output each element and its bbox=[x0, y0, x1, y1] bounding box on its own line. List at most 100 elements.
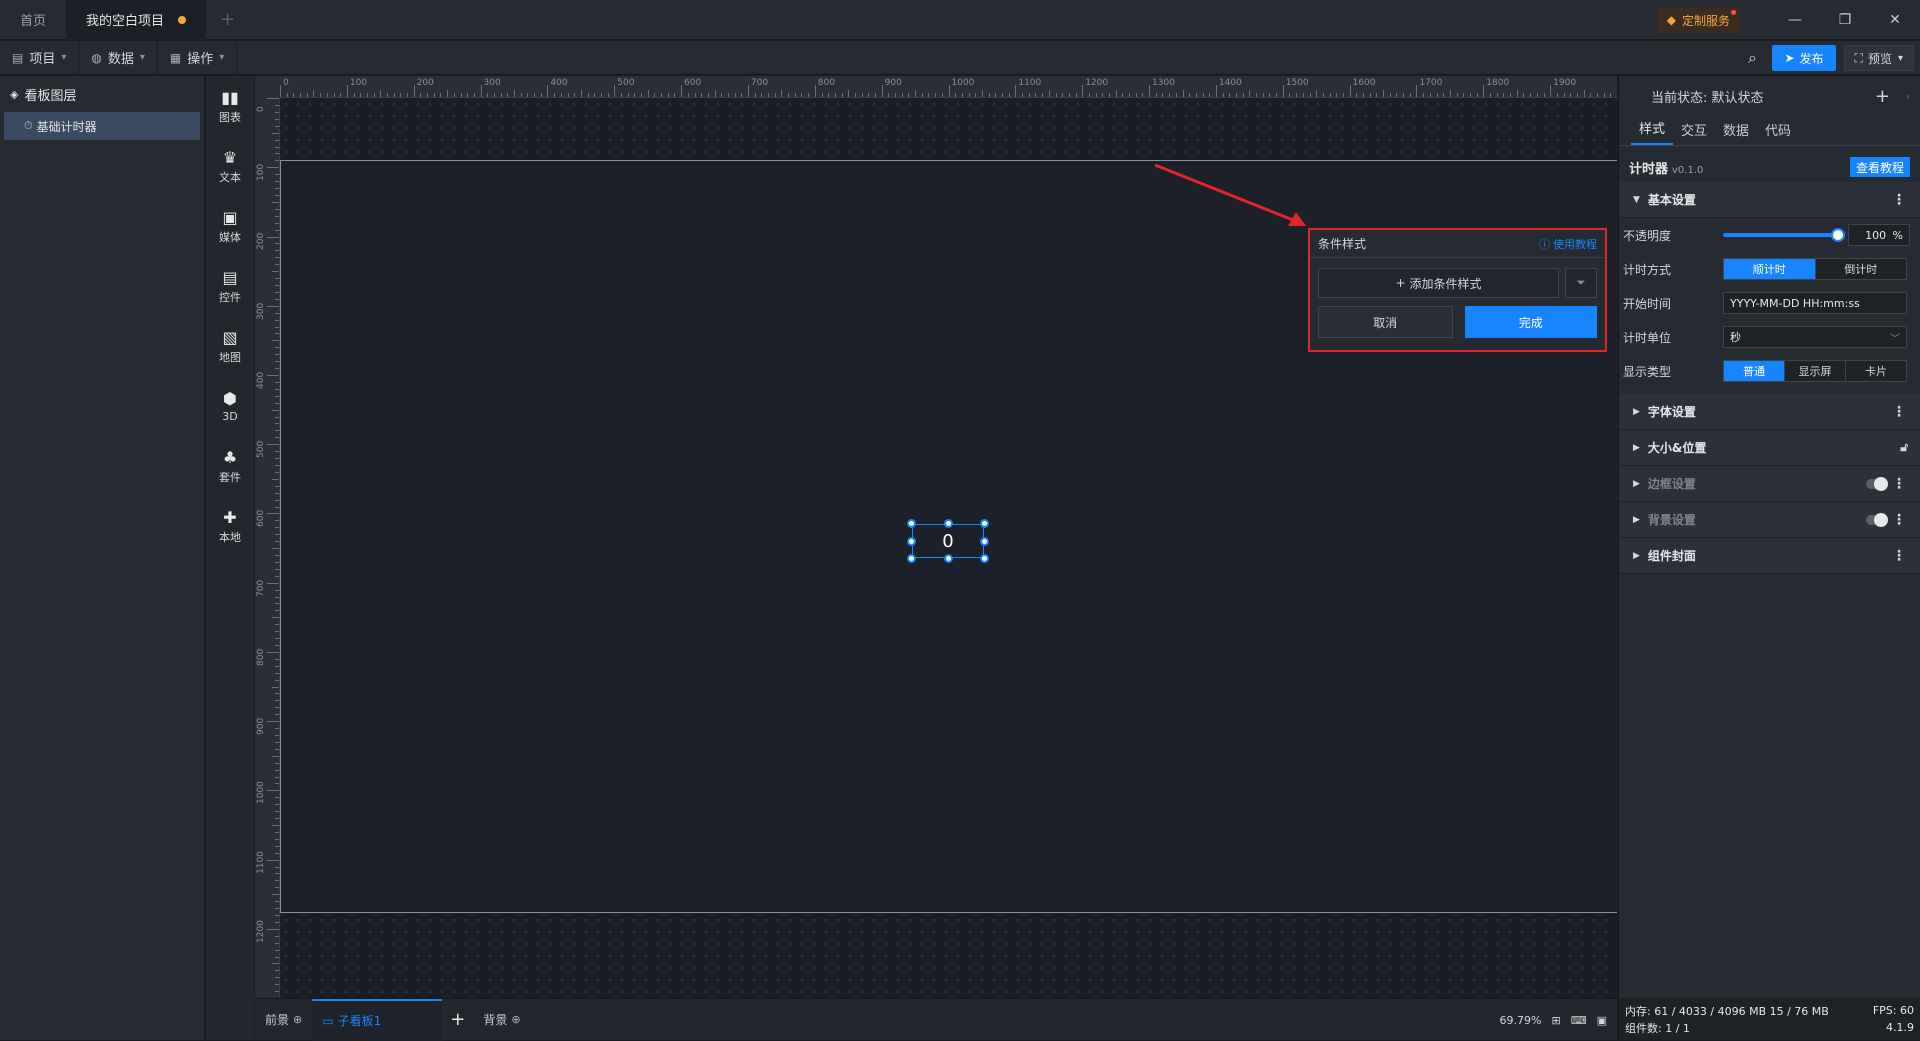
resize-handle[interactable] bbox=[907, 537, 916, 546]
layer-item-timer[interactable]: ⏱ 基础计时器 bbox=[4, 112, 200, 140]
publish-button[interactable]: ➤ 发布 bbox=[1772, 45, 1836, 71]
more-vertical-icon[interactable]: ⋮ bbox=[1892, 548, 1906, 564]
ruler-tick bbox=[275, 326, 279, 328]
resize-handle[interactable] bbox=[907, 554, 916, 563]
more-vertical-icon[interactable]: ⋮ bbox=[1892, 192, 1906, 208]
ruler-top[interactable]: 0 100 200 300 400 500 600 700 800 900 1000 1100 1200… bbox=[280, 76, 1617, 98]
add-condition-button[interactable]: + 添加条件样式 bbox=[1318, 268, 1559, 298]
ruler-tick bbox=[834, 93, 836, 97]
cancel-button[interactable]: 取消 bbox=[1318, 306, 1453, 338]
search-icon[interactable]: ⌕ bbox=[1732, 48, 1772, 68]
rail-item-control[interactable]: ▤ 控件 bbox=[206, 256, 254, 316]
section-size-position[interactable]: ▶ 大小&位置 🔓︎ bbox=[1619, 430, 1920, 466]
ruler-left[interactable]: 0 100 200 300 400 500 600 700 800 900 1000 1100 1200 bbox=[255, 98, 280, 998]
display-type-screen[interactable]: 显示屏 bbox=[1785, 361, 1846, 381]
display-type-normal[interactable]: 普通 bbox=[1724, 361, 1785, 381]
ruler-tick bbox=[1256, 93, 1257, 97]
tutorial-button[interactable]: 查看教程 bbox=[1849, 157, 1910, 177]
section-background[interactable]: ▶ 背景设置 ⋮ bbox=[1619, 502, 1920, 538]
ruler-tick bbox=[275, 942, 279, 944]
section-basic[interactable]: ▼ 基本设置 ⋮ bbox=[1619, 182, 1920, 218]
ruler-tick bbox=[275, 838, 279, 840]
background-toggle[interactable] bbox=[1866, 513, 1888, 527]
ruler-tick bbox=[1363, 93, 1364, 97]
done-button[interactable]: 完成 bbox=[1464, 306, 1597, 338]
add-state-icon[interactable]: + bbox=[1875, 86, 1890, 107]
tab-background[interactable]: 背景 ⊕ bbox=[473, 999, 530, 1041]
timing-mode-countdown[interactable]: 倒计时 bbox=[1815, 259, 1906, 279]
help-link[interactable]: ⓘ 使用教程 bbox=[1539, 236, 1597, 252]
add-board-icon[interactable]: + bbox=[442, 1009, 473, 1030]
maximize-icon[interactable]: ❐ bbox=[1820, 0, 1870, 40]
tab-code[interactable]: 代码 bbox=[1757, 120, 1799, 145]
start-time-input[interactable]: YYYY-MM-DD HH:mm:ss bbox=[1723, 292, 1907, 314]
menu-data[interactable]: ◍ 数据 ▾ bbox=[79, 40, 158, 75]
section-border[interactable]: ▶ 边框设置 ⋮ bbox=[1619, 466, 1920, 502]
canvas-area[interactable]: 0 100 200 300 400 500 600 700 800 900 1000 1100 1200… bbox=[255, 76, 1617, 998]
tab-interaction[interactable]: 交互 bbox=[1673, 120, 1715, 145]
resize-handle[interactable] bbox=[907, 519, 916, 528]
ruler-tick bbox=[275, 769, 279, 771]
preview-button[interactable]: ⛶ 预览 ▾ bbox=[1843, 45, 1914, 71]
ruler-tick bbox=[275, 458, 279, 459]
tab-add-icon[interactable]: + bbox=[220, 9, 235, 30]
rail-item-text[interactable]: ♛ 文本 bbox=[206, 136, 254, 196]
opacity-input[interactable]: 100% bbox=[1848, 224, 1910, 246]
bottom-bar: 前景 ⊕ ▭ 子看板1 + 背景 ⊕ 69.79% ⊞ ⌨ ▣ bbox=[255, 998, 1617, 1041]
tab-project[interactable]: 我的空白项目 bbox=[66, 0, 207, 40]
opacity-slider[interactable] bbox=[1722, 228, 1846, 242]
chevron-right-icon[interactable]: › bbox=[1906, 90, 1910, 103]
border-toggle[interactable] bbox=[1866, 477, 1888, 491]
minimize-icon[interactable]: — bbox=[1770, 0, 1820, 40]
component-name: 计时器 v0.1.0 bbox=[1629, 158, 1703, 177]
tab-data[interactable]: 数据 bbox=[1715, 120, 1757, 145]
ruler-tick bbox=[275, 243, 279, 245]
ruler-tick bbox=[272, 617, 279, 619]
tab-style[interactable]: 样式 bbox=[1631, 118, 1674, 145]
timer-widget[interactable]: 0 bbox=[907, 519, 989, 563]
ruler-top-label: 0 bbox=[283, 78, 289, 88]
filter-icon[interactable]: ⏷ bbox=[1565, 268, 1597, 298]
section-font[interactable]: ▶ 字体设置 ⋮ bbox=[1619, 394, 1920, 430]
rail-item-kit[interactable]: ♣ 套件 bbox=[206, 436, 254, 496]
resize-handle[interactable] bbox=[944, 519, 953, 528]
rail-item-chart[interactable]: ▮▮ 图表 bbox=[206, 76, 254, 136]
add-circle-icon[interactable]: ⊕ bbox=[293, 1013, 302, 1026]
timing-mode-forward[interactable]: 顺计时 bbox=[1724, 259, 1816, 279]
custom-service-button[interactable]: ◆ 定制服务 bbox=[1656, 7, 1740, 33]
more-vertical-icon[interactable]: ⋮ bbox=[1892, 512, 1906, 528]
tab-foreground[interactable]: 前景 ⊕ bbox=[255, 999, 312, 1041]
resize-handle[interactable] bbox=[980, 554, 989, 563]
tab-home[interactable]: 首页 bbox=[0, 0, 66, 40]
tab-sub-board[interactable]: ▭ 子看板1 bbox=[312, 998, 443, 1041]
close-icon[interactable]: ✕ bbox=[1870, 0, 1920, 40]
ruler-left-label: 0 bbox=[256, 106, 266, 112]
keyboard-icon[interactable]: ⌨ bbox=[1571, 1014, 1587, 1027]
more-vertical-icon[interactable]: ⋮ bbox=[1892, 404, 1906, 420]
ruler-tick bbox=[1423, 93, 1425, 97]
section-cover[interactable]: ▶ 组件封面 ⋮ bbox=[1619, 538, 1920, 574]
menu-project[interactable]: ▤ 项目 ▾ bbox=[0, 40, 80, 75]
resize-handle[interactable] bbox=[980, 519, 989, 528]
state-value[interactable]: 默认状态 bbox=[1712, 87, 1764, 106]
rail-item-media[interactable]: ▣ 媒体 bbox=[206, 196, 254, 256]
add-circle-icon[interactable]: ⊕ bbox=[511, 1013, 520, 1026]
rail-item-3d[interactable]: ⬢ 3D bbox=[206, 376, 254, 436]
display-type-card[interactable]: 卡片 bbox=[1846, 361, 1906, 381]
rail-item-map[interactable]: ▧ 地图 bbox=[206, 316, 254, 376]
unit-select[interactable]: 秒 ﹀ bbox=[1723, 326, 1907, 348]
ruler-tick bbox=[1048, 90, 1050, 97]
section-basic-label: 基本设置 bbox=[1647, 193, 1696, 207]
resize-handle[interactable] bbox=[980, 537, 989, 546]
slider-knob[interactable] bbox=[1831, 228, 1846, 242]
lock-icon[interactable]: 🔓︎ bbox=[1900, 440, 1908, 455]
menu-operation[interactable]: ▦ 操作 ▾ bbox=[158, 40, 238, 75]
rail-item-local[interactable]: ✚ 本地 bbox=[206, 496, 254, 556]
resize-handle[interactable] bbox=[944, 554, 953, 563]
popup-header: 条件样式 ⓘ 使用教程 bbox=[1310, 230, 1605, 258]
more-vertical-icon[interactable]: ⋮ bbox=[1892, 476, 1906, 492]
fit-screen-icon[interactable]: ⊞ bbox=[1551, 1014, 1560, 1027]
zoom-level[interactable]: 69.79% bbox=[1500, 1014, 1542, 1027]
ruler-tick bbox=[275, 499, 279, 501]
terminal-icon[interactable]: ▣ bbox=[1597, 1014, 1607, 1027]
